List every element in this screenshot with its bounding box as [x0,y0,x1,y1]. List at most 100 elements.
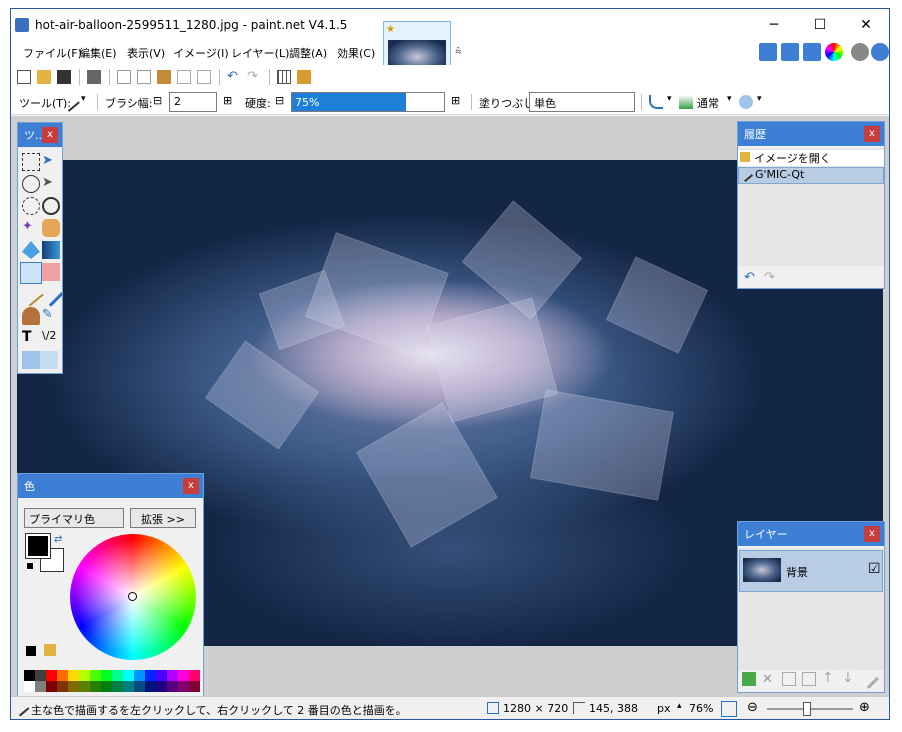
history-item[interactable]: イメージを開く [738,150,884,166]
colors-panel-close-button[interactable]: x [183,478,199,494]
brush-width-decrease-button[interactable]: ⊟ [153,94,162,107]
colors-window-toggle-icon[interactable] [825,43,843,61]
pan-hand-icon[interactable] [42,219,60,237]
maximize-button[interactable]: ☐ [797,9,843,41]
text-tool-icon[interactable]: T [22,329,40,347]
history-redo-icon[interactable]: ↷ [764,270,775,285]
palette-swatch[interactable] [123,670,134,681]
palette-swatch[interactable] [46,670,57,681]
palette-swatch[interactable] [167,681,178,692]
palette-swatch[interactable] [112,681,123,692]
palette-swatch[interactable] [57,670,68,681]
primary-color-swatch[interactable] [25,533,51,559]
palette-swatch[interactable] [112,670,123,681]
units-dropdown-arrow-icon[interactable]: ▴ [677,701,682,711]
layer-visibility-checkbox[interactable]: ☑ [868,561,881,577]
merge-layer-down-icon[interactable] [802,672,816,686]
brush-width-combo[interactable]: 2 [169,92,217,112]
palette-swatch[interactable] [90,681,101,692]
palette-swatch[interactable] [79,670,90,681]
move-layer-down-icon[interactable]: ↓ [842,670,854,686]
redo-icon[interactable]: ↷ [247,70,261,84]
paint-bucket-icon[interactable] [22,241,40,259]
cut-icon[interactable] [117,70,131,84]
palette-swatch[interactable] [68,670,79,681]
layers-panel-header[interactable]: レイヤー [738,522,884,546]
color-wheel[interactable] [70,534,196,660]
hardness-increase-button[interactable]: ⊞ [451,94,460,107]
zoom-out-icon[interactable]: ⊖ [747,700,758,715]
primary-color-select[interactable]: プライマリ色 [24,508,124,528]
move-selection-icon[interactable]: ➤ [42,175,60,193]
hardness-slider[interactable]: 75% [291,92,445,112]
expand-colors-button[interactable]: 拡張 >> [130,508,196,528]
layers-panel-close-button[interactable]: x [864,526,880,542]
palette-swatch[interactable] [189,681,200,692]
palette-swatch[interactable] [178,681,189,692]
zoom-level[interactable]: 76% [689,702,713,715]
deselect-icon[interactable] [197,70,211,84]
blend-mode-dropdown-arrow-icon[interactable]: ▾ [727,94,732,104]
palette-swatch[interactable] [57,681,68,692]
brush-width-increase-button[interactable]: ⊞ [223,94,232,107]
menu-overflow-icon[interactable]: ⩯ [455,45,461,59]
palette-swatch[interactable] [46,681,57,692]
layer-row[interactable]: 背景 ☑ [739,550,883,592]
gradient-icon[interactable] [42,241,60,259]
tool-dropdown-arrow-icon[interactable]: ▾ [81,94,86,104]
history-panel-close-button[interactable]: x [864,126,880,142]
palette-menu-icon[interactable] [44,644,56,656]
menu-edit[interactable]: 編集(E) [79,45,117,61]
palette-swatch[interactable] [101,670,112,681]
selection-mode-dropdown-arrow-icon[interactable]: ▾ [757,94,762,104]
palette-swatch[interactable] [68,681,79,692]
palette-swatch[interactable] [134,681,145,692]
help-icon[interactable] [871,43,889,61]
selection-mode-icon[interactable] [739,95,753,109]
palette-swatch[interactable] [101,681,112,692]
swap-colors-icon[interactable]: ⇄ [54,534,62,545]
antialiasing-dropdown-arrow-icon[interactable]: ▾ [667,94,672,104]
layers-window-toggle-icon[interactable] [803,43,821,61]
menu-adjustments[interactable]: 調整(A) [289,45,327,61]
palette-swatch[interactable] [145,681,156,692]
blend-mode-value[interactable]: 通常 [697,95,719,111]
ruler-icon[interactable] [297,70,311,84]
clone-stamp-icon[interactable] [22,307,40,325]
delete-layer-icon[interactable]: ✕ [762,672,773,687]
tools-window-toggle-icon[interactable] [759,43,777,61]
palette-swatch[interactable] [156,670,167,681]
print-icon[interactable] [87,70,101,84]
fill-mode-combo[interactable]: 単色 [529,92,635,112]
settings-gear-icon[interactable] [851,43,869,61]
layer-properties-icon[interactable] [859,669,879,689]
rectangle-select-icon[interactable] [22,153,40,171]
palette-swatch[interactable] [24,681,35,692]
grid-icon[interactable] [277,70,291,84]
palette-swatch[interactable] [145,670,156,681]
palette-swatch[interactable] [134,670,145,681]
open-folder-icon[interactable] [37,70,51,84]
move-selected-icon[interactable]: ➤ [42,153,60,171]
close-window-button[interactable]: ✕ [843,9,889,41]
palette-swatch[interactable] [189,670,200,681]
history-panel-header[interactable]: 履歴 [738,122,884,146]
zoom-slider[interactable] [767,702,853,716]
history-window-toggle-icon[interactable] [781,43,799,61]
zoom-slider-thumb[interactable] [803,702,811,716]
save-icon[interactable] [57,70,71,84]
minimize-button[interactable]: ─ [751,9,797,41]
tools-panel-close-button[interactable]: x [42,127,58,143]
zoom-in-icon[interactable]: ⊕ [859,700,870,715]
palette-swatch[interactable] [79,681,90,692]
undo-icon[interactable]: ↶ [227,70,241,84]
antialiasing-icon[interactable] [649,95,663,109]
palette-swatch[interactable] [178,670,189,681]
ellipse-select-icon[interactable] [22,197,40,215]
new-file-icon[interactable] [17,70,31,84]
zoom-icon[interactable] [42,197,60,215]
recolor-icon[interactable]: ✎ [42,307,60,325]
color-picker-icon[interactable] [38,281,62,307]
move-layer-up-icon[interactable]: ↑ [822,670,834,686]
zoom-to-window-icon[interactable] [721,701,737,717]
